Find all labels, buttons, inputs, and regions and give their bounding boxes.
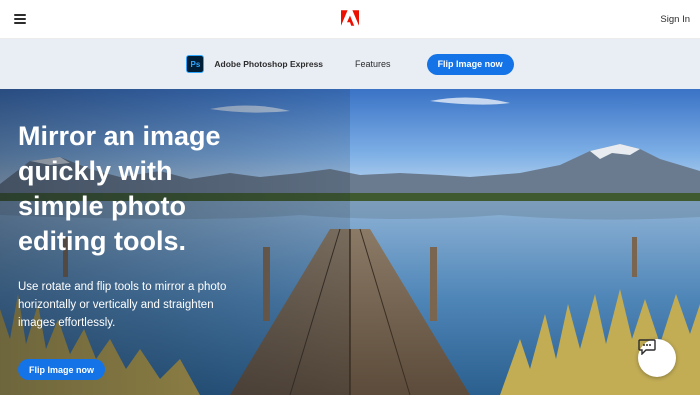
features-link[interactable]: Features	[355, 59, 391, 69]
chat-bubble-icon[interactable]	[638, 339, 676, 377]
hero-flip-image-now-button[interactable]: Flip Image now	[18, 359, 106, 380]
product-name[interactable]: Adobe Photoshop Express	[214, 59, 323, 69]
hero-section: Mirror an image quickly with simple phot…	[0, 89, 700, 395]
sign-in-link[interactable]: Sign In	[660, 14, 690, 25]
local-nav: Ps Adobe Photoshop Express Features Flip…	[0, 39, 700, 89]
photoshop-express-icon[interactable]: Ps	[186, 55, 205, 73]
hero-description: Use rotate and flip tools to mirror a ph…	[18, 281, 227, 329]
hamburger-icon[interactable]	[14, 14, 26, 24]
flip-image-now-button[interactable]: Flip Image now	[426, 53, 514, 75]
adobe-logo[interactable]	[341, 10, 359, 26]
hero-title: Mirror an image quickly with simple phot…	[18, 121, 221, 256]
global-nav: Sign In	[0, 0, 700, 39]
